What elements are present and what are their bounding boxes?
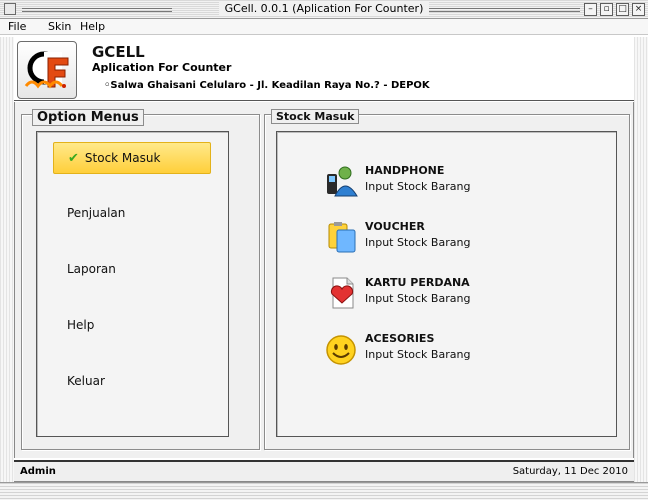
menu-bar: File Skin Help (0, 19, 648, 35)
menu-item-label: Help (67, 318, 95, 332)
stock-item-title: ACESORIES (365, 332, 435, 345)
menu-skin[interactable]: Skin (48, 20, 71, 33)
handphone-icon (325, 164, 359, 198)
status-bar: Admin Saturday, 11 Dec 2010 (14, 460, 634, 482)
kartu-perdana-icon (325, 276, 359, 310)
stock-item-voucher[interactable]: VOUCHER Input Stock Barang (325, 218, 585, 258)
app-logo-icon (17, 41, 77, 99)
menu-item-help[interactable]: Help (53, 310, 211, 342)
menu-item-stock-masuk[interactable]: ✔ Stock Masuk (53, 142, 211, 174)
stock-item-subtitle: Input Stock Barang (365, 180, 471, 193)
menu-item-keluar[interactable]: Keluar (53, 366, 211, 398)
menu-item-label: Keluar (67, 374, 105, 388)
menu-file[interactable]: File (8, 20, 26, 33)
menu-item-penjualan[interactable]: Penjualan (53, 198, 211, 230)
stock-item-acesories[interactable]: ACESORIES Input Stock Barang (325, 330, 585, 370)
stock-masuk-list: HANDPHONE Input Stock Barang VOUCHER Inp… (276, 131, 617, 437)
app-subtitle: Aplication For Counter (92, 61, 232, 74)
menu-item-label: Penjualan (67, 206, 126, 220)
store-address: ◦Salwa Ghaisani Celularo - Jl. Keadilan … (104, 80, 430, 91)
stock-item-title: VOUCHER (365, 220, 425, 233)
menu-item-label: Laporan (67, 262, 116, 276)
menu-item-label: Stock Masuk (84, 151, 161, 165)
status-user: Admin (20, 466, 56, 477)
maximize-icon[interactable]: □ (616, 3, 629, 16)
option-menus-list: ✔ Stock Masuk Penjualan Laporan Help Kelu… (36, 131, 229, 437)
menu-item-laporan[interactable]: Laporan (53, 254, 211, 286)
app-name: GCELL (92, 43, 145, 61)
stock-item-kartu-perdana[interactable]: KARTU PERDANA Input Stock Barang (325, 274, 585, 314)
close-icon[interactable]: × (632, 3, 645, 16)
check-icon: ✔ (68, 151, 79, 166)
voucher-icon (325, 220, 359, 254)
window-frame-right (634, 37, 648, 482)
shade-icon[interactable]: ▫ (600, 3, 613, 16)
window-frame-bottom (0, 482, 648, 500)
minimize-icon[interactable]: – (584, 3, 597, 16)
stock-item-subtitle: Input Stock Barang (365, 348, 471, 361)
option-menus-title: Option Menus (32, 109, 144, 126)
stock-item-title: HANDPHONE (365, 164, 445, 177)
stock-masuk-title: Stock Masuk (271, 109, 360, 124)
window-title: GCell. 0.0.1 (Aplication For Counter) (218, 2, 430, 15)
stock-masuk-panel: Stock Masuk HANDPHONE Input Stock Barang (264, 109, 630, 450)
menu-help[interactable]: Help (80, 20, 105, 33)
acesories-icon (325, 332, 359, 366)
main-content: Option Menus ✔ Stock Masuk Penjualan Lapo… (14, 102, 634, 458)
stock-item-title: KARTU PERDANA (365, 276, 470, 289)
stock-item-subtitle: Input Stock Barang (365, 292, 471, 305)
option-menus-panel: Option Menus ✔ Stock Masuk Penjualan Lapo… (21, 109, 260, 450)
window-title-bar[interactable]: GCell. 0.0.1 (Aplication For Counter) – … (0, 0, 648, 19)
status-date: Saturday, 11 Dec 2010 (512, 466, 628, 477)
stock-item-handphone[interactable]: HANDPHONE Input Stock Barang (325, 162, 585, 202)
window-frame-left (0, 37, 14, 482)
app-header: GCELL Aplication For Counter ◦Salwa Ghai… (14, 37, 634, 101)
stock-item-subtitle: Input Stock Barang (365, 236, 471, 249)
